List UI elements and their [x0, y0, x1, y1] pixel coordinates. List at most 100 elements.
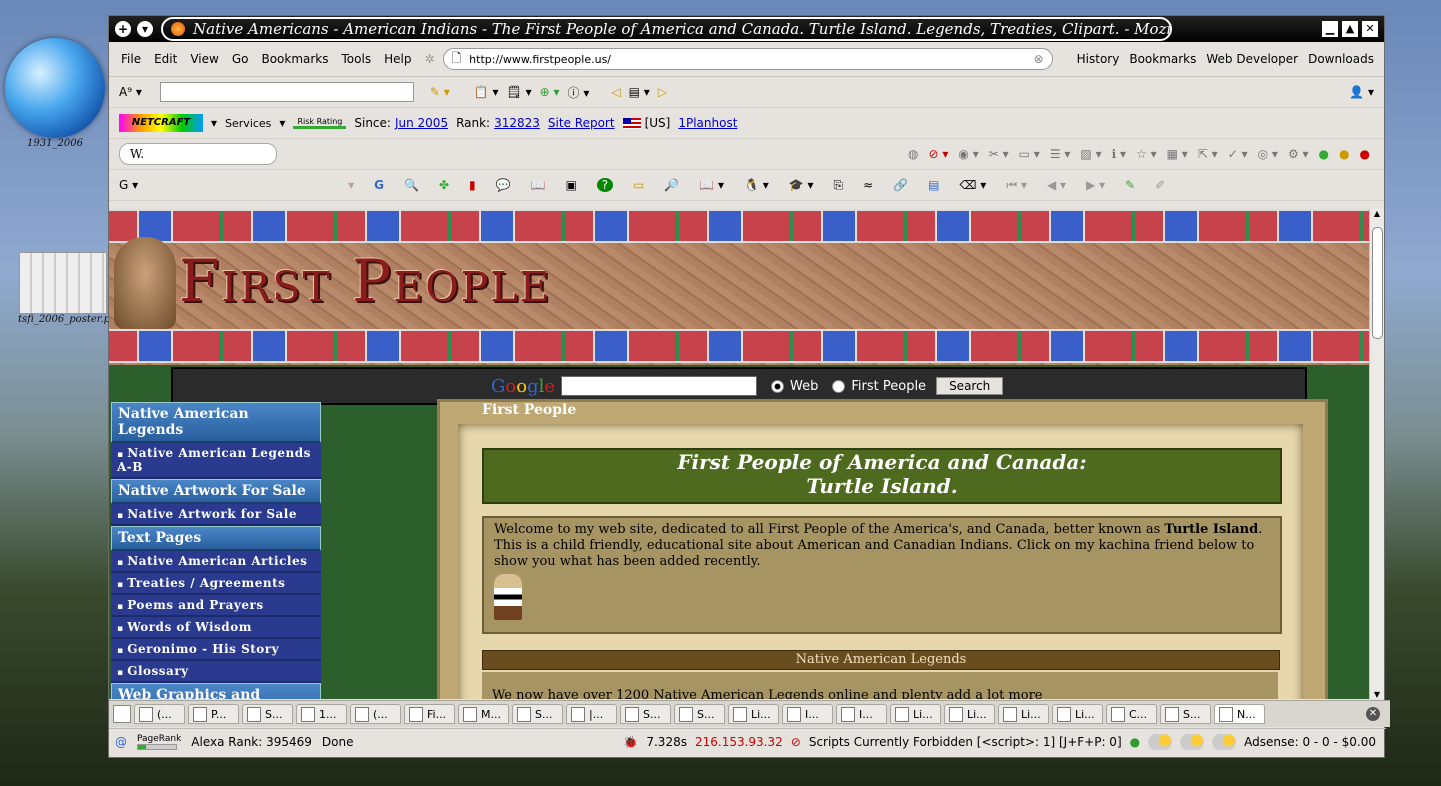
- browser-tab[interactable]: S...: [1160, 704, 1211, 724]
- menu-bookmarks-right[interactable]: Bookmarks: [1129, 52, 1196, 66]
- browser-tab[interactable]: (...: [134, 704, 185, 724]
- rank-link[interactable]: 312823: [494, 116, 540, 130]
- highlighter-icon[interactable]: ✎ ▾: [430, 85, 450, 99]
- browser-tab[interactable]: S...: [512, 704, 563, 724]
- dictionary-icon[interactable]: 📖 ▾: [699, 178, 724, 192]
- menu-downloads[interactable]: Downloads: [1308, 52, 1374, 66]
- host-link[interactable]: 1Planhost: [678, 116, 737, 130]
- google-g-icon[interactable]: G: [374, 178, 384, 192]
- block-icon[interactable]: ⊘ ▾: [929, 147, 949, 161]
- browser-tab[interactable]: Fi...: [404, 704, 455, 724]
- page-stack-icon[interactable]: ▤ ▾: [629, 85, 650, 99]
- eraser-icon[interactable]: ⌫ ▾: [960, 178, 987, 192]
- browser-tab[interactable]: C...: [1106, 704, 1157, 724]
- page-search-icon[interactable]: 🔍: [404, 178, 419, 192]
- sidebar-link[interactable]: Glossary: [111, 661, 321, 683]
- tools-check-icon[interactable]: ✓ ▾: [1228, 147, 1248, 161]
- wikipedia-search-input[interactable]: W.: [119, 143, 277, 165]
- site-report-link[interactable]: Site Report: [548, 116, 615, 130]
- bookmark-icon[interactable]: ▮: [469, 178, 476, 192]
- sidebar-link[interactable]: Geronimo - His Story: [111, 639, 321, 661]
- cookie-icon[interactable]: ◍: [908, 147, 918, 161]
- menu-bookmarks[interactable]: Bookmarks: [261, 52, 328, 66]
- google-toolbar-icon[interactable]: G ▾: [119, 178, 138, 192]
- browser-tab[interactable]: S...: [620, 704, 671, 724]
- images-icon[interactable]: ▨ ▾: [1080, 147, 1101, 161]
- information-icon[interactable]: ℹ ▾: [1112, 147, 1126, 161]
- view-source-icon[interactable]: ◎ ▾: [1258, 147, 1278, 161]
- book-icon[interactable]: 📖: [531, 178, 546, 192]
- minimize-button[interactable]: ▁: [1322, 21, 1338, 37]
- sidebar-link[interactable]: Words of Wisdom: [111, 617, 321, 639]
- close-tab-icon[interactable]: ✕: [1366, 707, 1380, 721]
- web-radio[interactable]: [771, 379, 785, 393]
- browser-tab[interactable]: S...: [242, 704, 293, 724]
- window-shade-button[interactable]: ▾: [137, 21, 153, 37]
- speech-bubble-icon[interactable]: 💬: [496, 178, 511, 192]
- close-button[interactable]: ✕: [1362, 21, 1378, 37]
- sidebar-link[interactable]: Native American Legends A-B: [111, 443, 321, 479]
- copy-icon[interactable]: ⎘: [834, 178, 844, 193]
- google-search-button[interactable]: Search: [936, 377, 1004, 395]
- scroll-down-icon[interactable]: ▼: [1370, 690, 1384, 699]
- options-icon[interactable]: ⚙ ▾: [1288, 147, 1309, 161]
- window-menu-button[interactable]: +: [115, 21, 131, 37]
- sidebar-link[interactable]: Native Artwork for Sale: [111, 504, 321, 526]
- pen-add-icon[interactable]: ✎: [1125, 178, 1135, 192]
- user-icon[interactable]: 👤 ▾: [1349, 85, 1374, 99]
- menu-web-developer[interactable]: Web Developer: [1206, 52, 1298, 66]
- sidebar-heading[interactable]: Web Graphics and Clipart: [111, 683, 321, 699]
- menu-history[interactable]: History: [1077, 52, 1120, 66]
- browser-tab[interactable]: P...: [188, 704, 239, 724]
- css-icon[interactable]: ▭ ▾: [1019, 147, 1040, 161]
- browser-tab[interactable]: (...: [350, 704, 401, 724]
- status-at-icon[interactable]: @: [115, 735, 127, 749]
- menu-view[interactable]: View: [190, 52, 218, 66]
- next-icon[interactable]: ▶ ▾: [1086, 178, 1105, 192]
- menu-tools[interactable]: Tools: [342, 52, 372, 66]
- since-link[interactable]: Jun 2005: [395, 116, 448, 130]
- menu-file[interactable]: File: [121, 52, 141, 66]
- back-arrow-icon[interactable]: ◁: [611, 85, 620, 99]
- misc-icon[interactable]: ☆ ▾: [1136, 147, 1157, 161]
- resize-icon[interactable]: ⇱ ▾: [1198, 147, 1218, 161]
- approx-icon[interactable]: ≈: [863, 178, 873, 192]
- red-status-icon[interactable]: ●: [1360, 147, 1370, 161]
- notes-icon[interactable]: 🗒 ▾: [507, 85, 532, 99]
- vertical-scrollbar[interactable]: ▲ ▼: [1369, 209, 1384, 699]
- weather-icon[interactable]: [1180, 733, 1205, 750]
- rewind-icon[interactable]: ⏮ ▾: [1006, 178, 1027, 193]
- browser-tab[interactable]: I...: [782, 704, 833, 724]
- toolbox-icon[interactable]: ▣: [566, 178, 577, 192]
- url-clear-icon[interactable]: ⊗: [1033, 52, 1043, 66]
- browser-tab[interactable]: Li...: [998, 704, 1049, 724]
- browser-tab[interactable]: Li...: [944, 704, 995, 724]
- prev-icon[interactable]: ◀ ▾: [1047, 178, 1066, 192]
- sidebar-heading[interactable]: Native Artwork For Sale: [111, 479, 321, 504]
- menu-edit[interactable]: Edit: [154, 52, 177, 66]
- weather-icon[interactable]: [1212, 733, 1237, 750]
- link-icon[interactable]: 🔗: [893, 178, 908, 192]
- kachina-image[interactable]: [494, 574, 522, 620]
- browser-tab[interactable]: 1...: [296, 704, 347, 724]
- forms-icon[interactable]: ☰ ▾: [1050, 147, 1071, 161]
- desktop-icon-pdf[interactable]: tsfi_2006_poster.pdf: [18, 252, 108, 325]
- sidebar-heading[interactable]: Text Pages: [111, 526, 321, 551]
- browser-tab[interactable]: S...: [674, 704, 725, 724]
- browser-tab[interactable]: N...: [1214, 704, 1265, 724]
- browser-tab[interactable]: I...: [836, 704, 887, 724]
- green-status-icon[interactable]: ●: [1319, 147, 1329, 161]
- scroll-up-icon[interactable]: ▲: [1370, 209, 1384, 218]
- forward-arrow-icon[interactable]: ▷: [658, 85, 667, 99]
- document-icon[interactable]: ▤: [928, 178, 939, 192]
- services-menu[interactable]: Services: [225, 117, 271, 130]
- google-search-input[interactable]: [561, 376, 758, 396]
- help-yellow-icon[interactable]: ●: [1339, 147, 1349, 161]
- browser-tab[interactable]: Li...: [890, 704, 941, 724]
- outline-icon[interactable]: ▦ ▾: [1167, 147, 1188, 161]
- globe-small-icon[interactable]: ◉ ▾: [958, 147, 978, 161]
- netcraft-logo[interactable]: NETCRAFT: [119, 114, 203, 132]
- linux-icon[interactable]: 🐧 ▾: [744, 178, 769, 192]
- noscript-status[interactable]: Scripts Currently Forbidden [<script>: 1…: [809, 735, 1122, 749]
- toolbar-search-dropdown[interactable]: ▾: [348, 178, 354, 192]
